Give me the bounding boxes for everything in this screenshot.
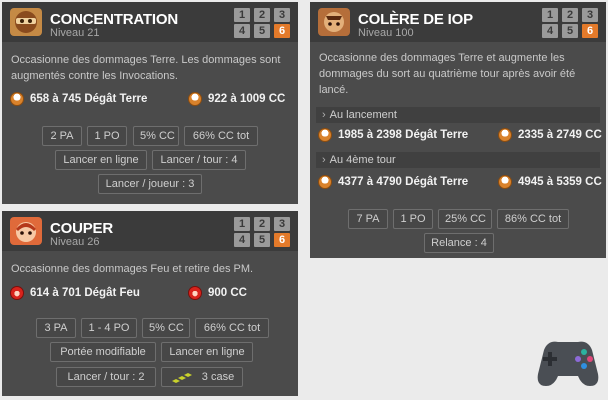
earth-element-icon: [188, 92, 202, 106]
level-5-button[interactable]: 5: [562, 24, 578, 38]
section-label: Au lancement: [329, 109, 397, 121]
fire-element-icon: [188, 286, 202, 300]
tag-pa: 3 PA: [36, 318, 76, 338]
spell-header: COLÈRE DE IOP Niveau 100 1 2 3 4 5 6: [310, 2, 606, 42]
level-4-button[interactable]: 4: [234, 233, 250, 247]
spell-level: Niveau 100: [358, 27, 414, 39]
section-au-lancement: › Au lancement: [316, 107, 600, 123]
level-2-button[interactable]: 2: [254, 217, 270, 231]
level-5-button[interactable]: 5: [254, 24, 270, 38]
tag-cc: 5% CC: [133, 126, 179, 146]
spell-header: CONCENTRATION Niveau 21 1 2 3 4 5 6: [2, 2, 298, 42]
level-2-button[interactable]: 2: [562, 8, 578, 22]
damage-line: 658 à 745 Dégât Terre: [10, 92, 147, 106]
level-4-button[interactable]: 4: [234, 24, 250, 38]
tag-range-modifiable: Portée modifiable: [50, 342, 156, 362]
spell-description: Occasionne des dommages Terre et augment…: [319, 52, 576, 96]
level-1-button[interactable]: 1: [234, 8, 250, 22]
tag-per-turn: Lancer / tour : 4: [152, 150, 246, 170]
spell-description: Occasionne des dommages Terre. Les domma…: [11, 54, 281, 82]
earth-element-icon: [498, 128, 512, 142]
tag-line: Lancer en ligne: [161, 342, 253, 362]
spell-title: COUPER: [50, 220, 113, 237]
chevron-right-icon: ›: [322, 109, 326, 121]
tag-po: 1 - 4 PO: [81, 318, 137, 338]
section-au-4eme-tour: › Au 4ème tour: [316, 152, 600, 168]
damage-value: 658 à 745 Dégât Terre: [30, 93, 148, 105]
damage-value: 4377 à 4790 Dégât Terre: [338, 176, 469, 188]
colere-de-iop-spell-icon: [318, 8, 350, 36]
couper-spell-icon: [10, 217, 42, 245]
fire-element-icon: [10, 286, 24, 300]
line-area-icon: [171, 373, 192, 383]
tag-relance: Relance : 4: [424, 233, 494, 253]
spell-title: COLÈRE DE IOP: [358, 11, 473, 28]
damage-line: 1985 à 2398 Dégât Terre: [318, 128, 468, 142]
earth-element-icon: [498, 175, 512, 189]
section-label: Au 4ème tour: [329, 154, 396, 166]
crit-value: 922 à 1009 CC: [208, 93, 286, 105]
level-3-button[interactable]: 3: [274, 217, 290, 231]
crit-line: 922 à 1009 CC: [188, 92, 285, 106]
earth-element-icon: [318, 128, 332, 142]
crit-line: 2335 à 2749 CC: [498, 128, 602, 142]
crit-line: 4945 à 5359 CC: [498, 175, 602, 189]
damage-line: 4377 à 4790 Dégât Terre: [318, 175, 468, 189]
spell-title: CONCENTRATION: [50, 11, 178, 28]
chevron-right-icon: ›: [322, 154, 326, 166]
level-selector: 1 2 3 4 5 6: [542, 8, 598, 38]
level-2-button[interactable]: 2: [254, 8, 270, 22]
tag-po: 1 PO: [393, 209, 433, 229]
level-1-button[interactable]: 1: [234, 217, 250, 231]
tag-po: 1 PO: [87, 126, 127, 146]
level-6-button[interactable]: 6: [582, 24, 598, 38]
level-4-button[interactable]: 4: [542, 24, 558, 38]
crit-value: 4945 à 5359 CC: [518, 176, 602, 188]
spell-description: Occasionne des dommages Feu et retire de…: [11, 263, 254, 275]
tag-line: Lancer en ligne: [55, 150, 147, 170]
level-3-button[interactable]: 3: [582, 8, 598, 22]
earth-element-icon: [10, 92, 24, 106]
spell-header: COUPER Niveau 26 1 2 3 4 5 6: [2, 211, 298, 251]
concentration-spell-icon: [10, 8, 42, 36]
crit-value: 900 CC: [208, 287, 247, 299]
level-5-button[interactable]: 5: [254, 233, 270, 247]
level-3-button[interactable]: 3: [274, 8, 290, 22]
crit-value: 2335 à 2749 CC: [518, 129, 602, 141]
tag-pa: 2 PA: [42, 126, 82, 146]
level-6-button[interactable]: 6: [274, 24, 290, 38]
spell-level: Niveau 26: [50, 236, 100, 248]
damage-value: 1985 à 2398 Dégât Terre: [338, 129, 469, 141]
level-selector: 1 2 3 4 5 6: [234, 217, 290, 247]
tag-cc-tot: 66% CC tot: [184, 126, 258, 146]
damage-line: 614 à 701 Dégât Feu: [10, 286, 140, 300]
tag-pa: 7 PA: [348, 209, 388, 229]
damage-value: 614 à 701 Dégât Feu: [30, 287, 140, 299]
gamepad-watermark-icon: [534, 332, 602, 392]
spell-level: Niveau 21: [50, 27, 100, 39]
tag-per-player: Lancer / joueur : 3: [98, 174, 202, 194]
area-value: 3 case: [201, 371, 235, 383]
spell-card-concentration: CONCENTRATION Niveau 21 1 2 3 4 5 6 Occa…: [2, 2, 298, 204]
level-selector: 1 2 3 4 5 6: [234, 8, 290, 38]
tag-cc: 5% CC: [142, 318, 190, 338]
level-1-button[interactable]: 1: [542, 8, 558, 22]
earth-element-icon: [318, 175, 332, 189]
crit-line: 900 CC: [188, 286, 247, 300]
spell-card-couper: COUPER Niveau 26 1 2 3 4 5 6 Occasionne …: [2, 211, 298, 396]
tag-per-turn: Lancer / tour : 2: [56, 367, 156, 387]
tag-cc-tot: 66% CC tot: [195, 318, 269, 338]
tag-area: 3 case: [161, 367, 243, 387]
tag-cc-tot: 86% CC tot: [497, 209, 569, 229]
tag-cc: 25% CC: [438, 209, 492, 229]
level-6-button[interactable]: 6: [274, 233, 290, 247]
